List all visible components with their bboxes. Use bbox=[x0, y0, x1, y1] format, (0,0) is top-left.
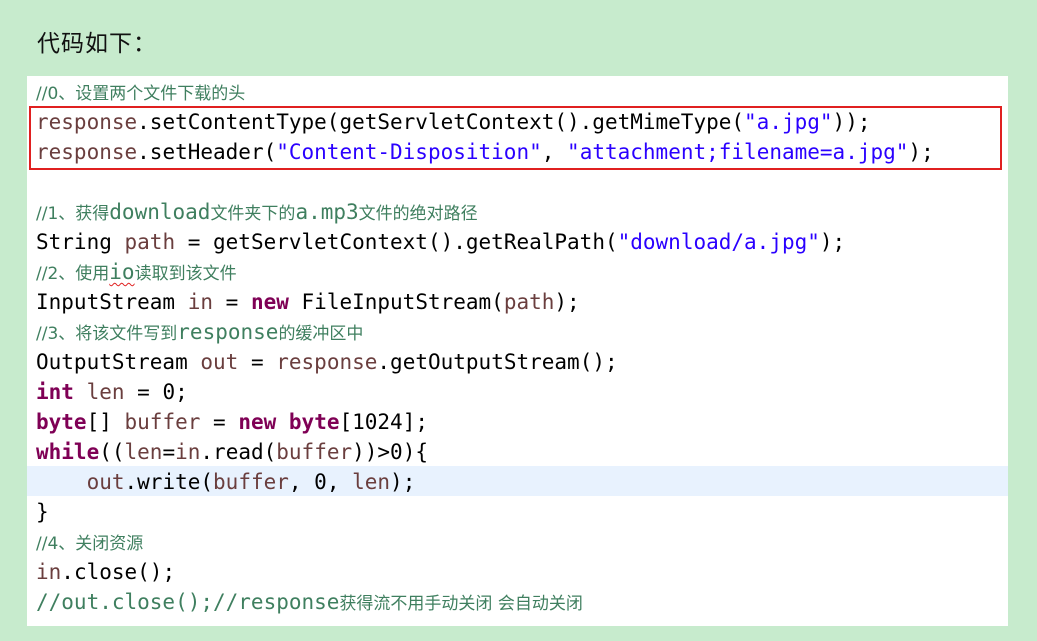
highlight-box bbox=[29, 106, 1002, 170]
code-comment-line-4: //4、关闭资源 bbox=[36, 534, 144, 554]
page-heading: 代码如下： bbox=[37, 31, 157, 57]
code-comment-line-2: //2、使用io读取到该文件 bbox=[36, 260, 237, 284]
code-line-byte-buffer: byte[] buffer = new byte[1024]; bbox=[36, 410, 428, 434]
code-line-in-close: in.close(); bbox=[36, 560, 176, 584]
code-line-write: out.write(buffer, 0, len); bbox=[86, 470, 416, 494]
code-line-int-len: int len = 0; bbox=[36, 380, 188, 404]
code-line-output-stream: OutputStream out = response.getOutputStr… bbox=[36, 350, 618, 374]
code-line-while-loop: while((len=in.read(buffer))>0){ bbox=[36, 440, 428, 464]
code-line-close-brace: } bbox=[36, 500, 49, 524]
code-line-input-stream: InputStream in = new FileInputStream(pat… bbox=[36, 290, 580, 314]
code-line-get-real-path: String path = getServletContext().getRea… bbox=[36, 230, 846, 254]
code-comment-line-1: //1、获得download文件夹下的a.mp3文件的绝对路径 bbox=[36, 200, 478, 224]
code-comment-line-3: //3、将该文件写到response的缓冲区中 bbox=[36, 320, 364, 344]
code-comment-line-5: //out.close();//response获得流不用手动关闭 会自动关闭 bbox=[36, 590, 583, 614]
code-comment-line-0: //0、设置两个文件下载的头 bbox=[36, 84, 246, 104]
